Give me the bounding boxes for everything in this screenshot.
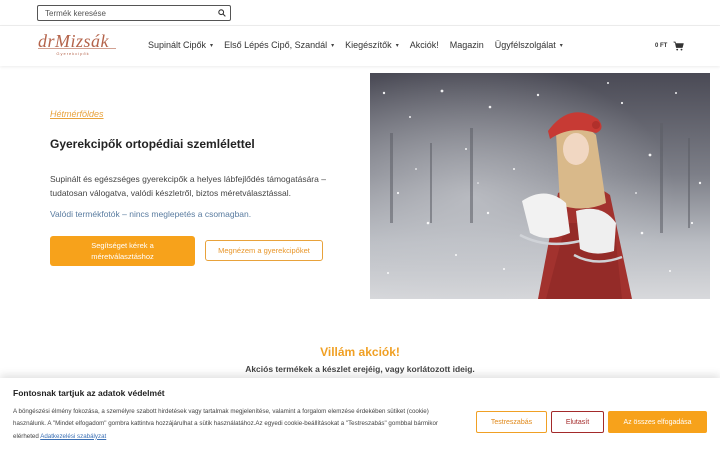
logo-divider (38, 48, 116, 49)
hero-kicker-link[interactable]: Hétmérföldes (50, 109, 104, 119)
nav-item-label: Magazin (449, 40, 484, 50)
nav-item-akciok[interactable]: Akciók! (410, 40, 439, 50)
nav-item-supinalt[interactable]: Supinált Cipők ▾ (148, 40, 213, 50)
logo-tagline: Gyerekcipők (56, 51, 90, 56)
search-input[interactable] (38, 6, 208, 20)
cookie-customize-button[interactable]: Testreszabás (476, 411, 547, 433)
chevron-down-icon: ▾ (210, 42, 214, 49)
cart-icon[interactable] (673, 41, 685, 51)
chevron-down-icon: ▾ (559, 42, 563, 49)
search-icon[interactable] (218, 9, 226, 17)
logo[interactable]: drMizsák Gyerekcipők (38, 32, 118, 62)
top-bar (0, 0, 720, 26)
flash-sale-title: Villám akciók! (320, 345, 400, 359)
size-help-button[interactable]: Segítséget kérek a méretválasztáshoz (50, 236, 195, 266)
search-box[interactable] (37, 5, 231, 21)
nav-item-ugyfelszolgalat[interactable]: Ügyfélszolgálat ▾ (495, 40, 563, 50)
cookie-reject-button[interactable]: Elutasít (551, 411, 604, 433)
hero-note: Valódi termékfotók – nincs meglepetés a … (50, 209, 252, 219)
cart-amount: 0 FT (655, 43, 668, 49)
privacy-policy-link[interactable]: Adatkezelési szabályzat (40, 433, 106, 440)
hero-title: Gyerekcipők ortopédiai szemlélettel (50, 137, 255, 151)
nav-item-label: Akciók! (409, 40, 439, 50)
cart-button[interactable]: 0 FT (655, 41, 685, 51)
nav-item-label: Ügyfélszolgálat (494, 40, 556, 50)
cookie-title: Fontosnak tartjuk az adatok védelmét (13, 388, 165, 398)
chevron-down-icon: ▾ (395, 42, 399, 49)
flash-sale-subtitle: Akciós termékek a készlet erejéig, vagy … (245, 364, 475, 374)
nav-item-label: Kiegészítők (345, 40, 392, 50)
cookie-text: A böngészési élmény fokozása, a személyr… (13, 406, 463, 443)
nav-item-label: Supinált Cipők (148, 40, 207, 50)
nav-item-magazin[interactable]: Magazin (450, 40, 484, 50)
hero-description: Supinált és egészséges gyerekcipők a hel… (50, 174, 326, 198)
main-header: drMizsák Gyerekcipők Supinált Cipők ▾ El… (0, 26, 720, 66)
browse-shoes-button[interactable]: Megnézem a gyerekcipőket (205, 240, 323, 261)
nav-item-elso-lepes[interactable]: Első Lépés Cipő, Szandál ▾ (224, 40, 334, 50)
nav-item-label: Első Lépés Cipő, Szandál (224, 40, 328, 50)
nav-item-kiegeszitok[interactable]: Kiegészítők ▾ (345, 40, 399, 50)
cookie-accept-all-button[interactable]: Az összes elfogadása (608, 411, 707, 433)
hero-image (370, 73, 710, 299)
main-nav: Supinált Cipők ▾ Első Lépés Cipő, Szandá… (148, 40, 574, 50)
cookie-banner: Fontosnak tartjuk az adatok védelmét A b… (0, 378, 720, 450)
chevron-down-icon: ▾ (331, 42, 335, 49)
